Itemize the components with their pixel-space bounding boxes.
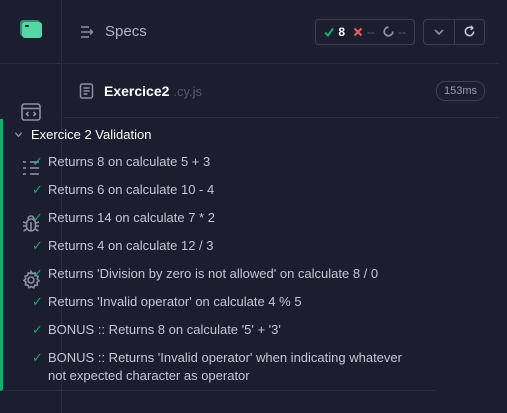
test-item[interactable]: ✓ Returns 6 on calculate 10 - 4 xyxy=(3,181,418,199)
chevron-down-icon xyxy=(434,28,444,35)
x-icon xyxy=(353,27,363,36)
duration-badge: 153ms xyxy=(435,80,485,101)
test-item[interactable]: ✓ Returns 'Division by zero is not allowe… xyxy=(3,265,418,283)
check-icon: ✓ xyxy=(32,294,43,309)
check-icon: ✓ xyxy=(32,210,43,225)
spec-file-header[interactable]: Exercice2 .cy.js 153ms xyxy=(63,64,499,118)
check-icon: ✓ xyxy=(32,238,43,253)
suite-title: Exercice 2 Validation xyxy=(31,126,152,142)
check-icon: ✓ xyxy=(32,322,43,337)
collapse-list-icon[interactable] xyxy=(79,24,95,40)
chevron-down-icon xyxy=(14,131,23,137)
document-icon xyxy=(79,82,94,99)
test-item[interactable]: ✓ Returns 8 on calculate 5 + 3 xyxy=(3,153,418,171)
test-label: Returns 'Division by zero is not allowed… xyxy=(48,266,379,281)
failed-count: -- xyxy=(367,24,375,39)
check-icon: ✓ xyxy=(32,350,43,365)
passed-stat: 8 xyxy=(324,25,345,39)
failed-stat: -- xyxy=(353,25,375,39)
test-label: Returns 6 on calculate 10 - 4 xyxy=(48,182,215,197)
test-suite: Exercice 2 Validation ✓ Returns 8 on calc… xyxy=(0,119,436,391)
file-name: Exercice2 xyxy=(104,82,170,99)
test-item[interactable]: ✓ Returns 4 on calculate 12 / 3 xyxy=(3,237,418,255)
dropdown-button[interactable] xyxy=(424,20,454,44)
pending-count: -- xyxy=(398,24,406,39)
test-label: Returns 'Invalid operator' on calculate … xyxy=(48,294,302,309)
test-item[interactable]: ✓ Returns 'Invalid operator' on calculate… xyxy=(3,293,418,311)
test-stats: 8 -- -- xyxy=(315,18,415,45)
test-label: BONUS :: Returns 'Invalid operator' when… xyxy=(48,350,402,383)
refresh-icon xyxy=(464,25,475,37)
spec-file-name: Exercice2 .cy.js xyxy=(104,83,202,99)
app-logo-icon[interactable] xyxy=(19,17,43,46)
rerun-button[interactable] xyxy=(454,19,484,44)
spinner-icon xyxy=(383,26,394,37)
file-extension: .cy.js xyxy=(173,83,203,99)
specs-header: Specs 8 -- -- xyxy=(63,0,499,64)
page-title: Specs xyxy=(105,23,147,40)
check-icon xyxy=(324,27,335,37)
spec-file: Exercice2 .cy.js xyxy=(79,83,436,99)
logo-container xyxy=(0,0,61,64)
test-item[interactable]: ✓ BONUS :: Returns 8 on calculate '5' + '… xyxy=(3,321,418,339)
test-label: Returns 14 on calculate 7 * 2 xyxy=(48,210,215,225)
test-label: Returns 4 on calculate 12 / 3 xyxy=(48,238,214,253)
test-item[interactable]: ✓ BONUS :: Returns 'Invalid operator' whe… xyxy=(3,349,418,385)
check-icon: ✓ xyxy=(32,182,43,197)
test-label: Returns 8 on calculate 5 + 3 xyxy=(48,154,211,169)
suite-header[interactable]: Exercice 2 Validation xyxy=(3,119,436,149)
run-controls xyxy=(423,18,485,45)
check-icon: ✓ xyxy=(32,154,43,169)
test-label: BONUS :: Returns 8 on calculate '5' + '3… xyxy=(48,322,281,337)
passed-count: 8 xyxy=(338,24,345,39)
check-icon: ✓ xyxy=(32,266,43,281)
specs-title: Specs xyxy=(79,23,315,40)
test-item[interactable]: ✓ Returns 14 on calculate 7 * 2 xyxy=(3,209,418,227)
pending-stat: -- xyxy=(383,25,406,39)
